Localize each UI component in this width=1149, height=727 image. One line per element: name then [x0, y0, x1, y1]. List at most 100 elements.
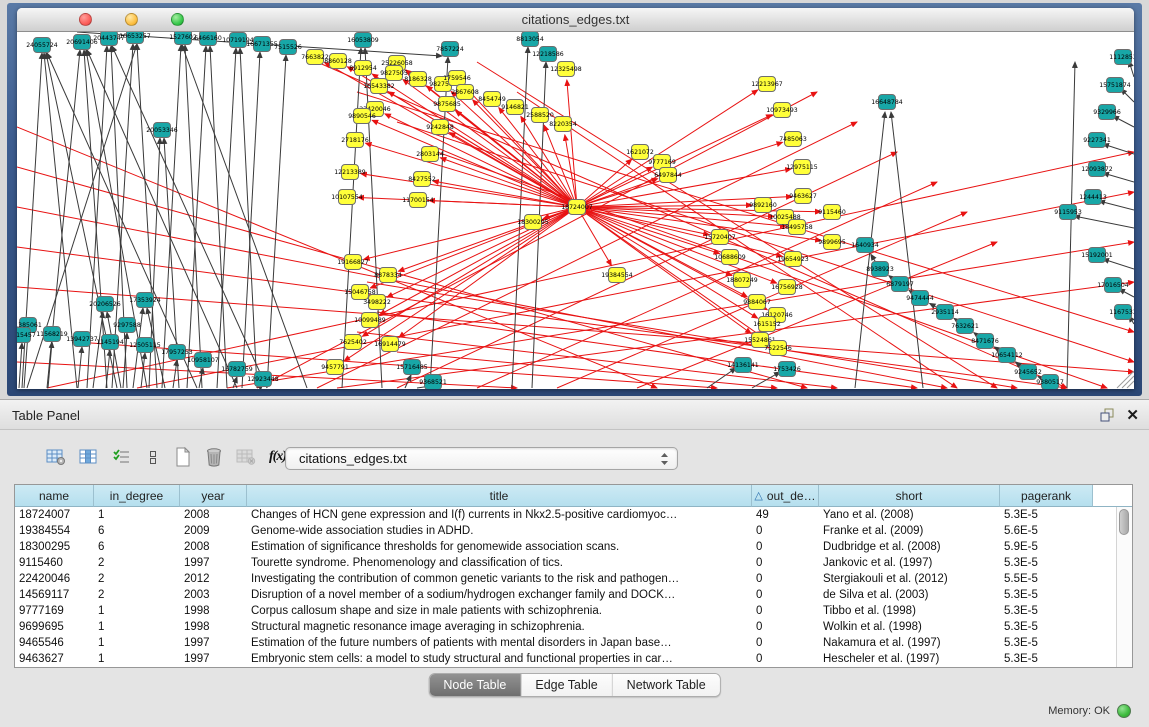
graph-edge	[185, 45, 202, 388]
table-row[interactable]: 1872400712008Changes of HCN gene express…	[15, 507, 1132, 523]
graph-node-label: 8860128	[324, 58, 352, 65]
delete-table-icon[interactable]	[236, 448, 256, 466]
table-scrollbar[interactable]	[1116, 507, 1132, 667]
column-header-label: name	[39, 489, 69, 503]
graph-edge	[137, 44, 157, 388]
graph-node-label: 2803144	[416, 151, 444, 158]
graph-node-label: 17957253	[161, 349, 193, 356]
graph-edge	[173, 360, 177, 388]
table-cell: de Silva et al. (2003)	[819, 589, 1000, 601]
graph-node-label: 9474444	[906, 295, 934, 302]
table-settings-icon[interactable]	[46, 448, 66, 466]
table-row[interactable]: 1456911722003Disruption of a novel membe…	[15, 587, 1132, 603]
graph-node-label: 15751874	[1099, 82, 1131, 89]
network-window-titlebar[interactable]: citations_edges.txt	[17, 8, 1134, 32]
tab-node-table[interactable]: Node Table	[429, 674, 521, 696]
table-cell: 2009	[180, 525, 247, 537]
memory-ok-indicator-icon[interactable]	[1117, 704, 1131, 718]
table-cell: 1	[94, 509, 180, 521]
table-row[interactable]: 946554611997Estimation of the future num…	[15, 635, 1132, 651]
function-icon[interactable]: f(x)	[269, 449, 286, 465]
column-header-short[interactable]: short	[819, 485, 1000, 507]
table-cell: Corpus callosum shape and size in male p…	[247, 605, 752, 617]
tab-edge-table[interactable]: Edge Table	[521, 674, 612, 696]
graph-node-label: 1759546	[443, 75, 471, 82]
scrollbar-thumb[interactable]	[1119, 509, 1129, 535]
graph-node-label: 12325498	[550, 66, 582, 73]
header-filler	[1093, 485, 1132, 507]
graph-node-label: 6466160	[194, 35, 222, 42]
table-cell: 0	[752, 557, 819, 569]
table-row[interactable]: 911546021997Tourette syndrome. Phenomeno…	[15, 555, 1132, 571]
graph-node-label: 1112853	[1109, 54, 1134, 61]
column-header-title[interactable]: title	[247, 485, 752, 507]
table-selector-value: citations_edges.txt	[299, 451, 660, 466]
graph-edge	[1113, 116, 1134, 127]
table-row[interactable]: 969969511998Structural magnetic resonanc…	[15, 619, 1132, 635]
network-canvas[interactable]: 1872400776638228860128891295425226058982…	[17, 32, 1134, 389]
table-row[interactable]: 1830029562008Estimation of significance …	[15, 539, 1132, 555]
table-selector-dropdown[interactable]: citations_edges.txt	[285, 447, 678, 470]
table-cell: 22420046	[15, 573, 94, 585]
graph-node-label: 1145194	[96, 339, 124, 346]
column-header-out_de[interactable]: △out_de…	[752, 485, 819, 507]
table-row[interactable]: 977716911998Corpus callosum shape and si…	[15, 603, 1132, 619]
table-cell: 2003	[180, 589, 247, 601]
table-row[interactable]: 2242004622012Investigating the contribut…	[15, 571, 1132, 587]
graph-node-label: 9297588	[113, 322, 141, 329]
table-cell: 9465546	[15, 637, 94, 649]
tab-network-table[interactable]: Network Table	[613, 674, 720, 696]
graph-node-label: 18807249	[726, 277, 758, 284]
column-header-label: title	[490, 489, 509, 503]
column-header-in_degree[interactable]: in_degree	[94, 485, 180, 507]
graph-node-label: 12218586	[532, 51, 564, 58]
graph-node-label: 9329966	[1093, 109, 1121, 116]
graph-node-label: 8878334	[374, 272, 402, 279]
graph-edge	[78, 347, 82, 388]
table-cell: 2012	[180, 573, 247, 585]
table-row[interactable]: 1938455462009Genome-wide association stu…	[15, 523, 1132, 539]
graph-edge	[106, 350, 110, 388]
network-view-frame: citations_edges.txt 18724007766382288601…	[7, 3, 1142, 396]
select-rows-icon[interactable]	[112, 448, 132, 466]
graph-node-label: 9899695	[818, 239, 846, 246]
table-row[interactable]: 946362711997Embryonic stem cells: a mode…	[15, 651, 1132, 667]
row-height-icon[interactable]	[145, 448, 161, 466]
delete-trash-icon[interactable]	[205, 447, 223, 467]
graph-node-label: 12213967	[751, 81, 783, 88]
graph-node-label: 14136141	[727, 362, 759, 369]
table-cell: 14569117	[15, 589, 94, 601]
column-header-pagerank[interactable]: pagerank	[1000, 485, 1093, 507]
graph-node-label: 17016504	[1097, 282, 1129, 289]
graph-node-label: 1527602	[169, 34, 197, 41]
graph-edge	[19, 343, 22, 388]
graph-edge	[162, 45, 181, 388]
table-cell: 0	[752, 541, 819, 553]
graph-node-label: 10099489	[354, 317, 386, 324]
graph-edge	[1099, 201, 1134, 210]
graph-node-label: 8454749	[478, 96, 506, 103]
column-header-year[interactable]: year	[180, 485, 247, 507]
float-panel-icon[interactable]	[1099, 408, 1115, 427]
graph-node-label: 2867608	[451, 89, 479, 96]
column-header-label: short	[896, 489, 923, 503]
table-cell: Estimation of significance thresholds fo…	[247, 541, 752, 553]
table-cell: 5.3E-5	[1000, 653, 1093, 665]
table-cell: 49	[752, 509, 819, 521]
citation-graph: 1872400776638228860128891295425226058982…	[17, 32, 1134, 389]
graph-node-label: 15192001	[1081, 252, 1113, 259]
graph-node-label: 2718176	[341, 137, 369, 144]
show-columns-icon[interactable]	[79, 448, 99, 466]
memory-status-label: Memory: OK	[1048, 705, 1110, 717]
close-panel-icon[interactable]: ✕	[1126, 406, 1139, 424]
graph-node-label: 9892160	[749, 202, 777, 209]
graph-node-label: 1244413	[1079, 194, 1107, 201]
table-panel-body: f(x) citations_edges.txt name in_degreeye…	[0, 430, 1149, 727]
graph-node-label: 3498222	[363, 299, 391, 306]
table-cell: Tibbo et al. (1998)	[819, 605, 1000, 617]
table-toolbar: f(x)	[46, 445, 286, 469]
new-file-icon[interactable]	[174, 447, 192, 467]
graph-node-label: 9875685	[433, 101, 461, 108]
column-header-name[interactable]: name	[15, 485, 94, 507]
graph-node-label: 9457791	[321, 364, 349, 371]
